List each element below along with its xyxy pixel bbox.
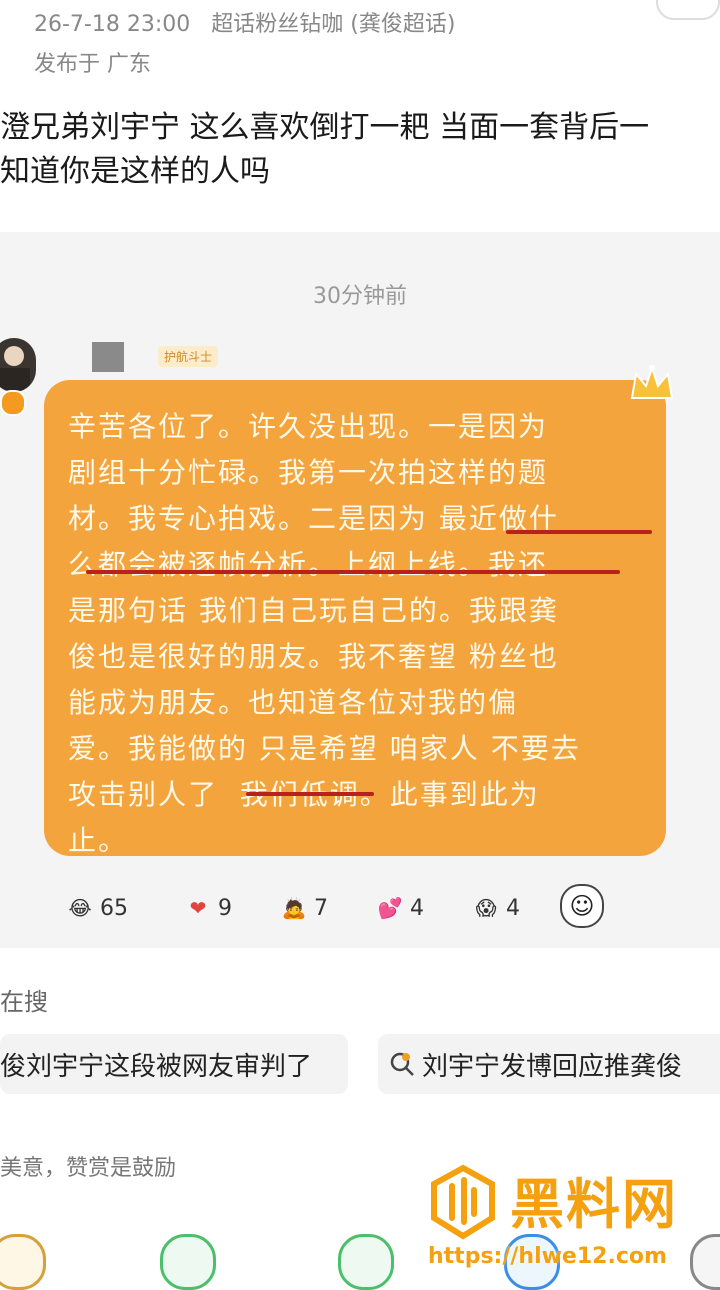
watermark-title: 黑料网 (510, 1173, 678, 1236)
underline-2 (86, 570, 620, 574)
underline-3 (246, 792, 374, 796)
watermark-url: https://hlwe12.com (428, 1244, 667, 1269)
reaction-hearts[interactable]: 💕 4 (374, 884, 424, 932)
reaction-laugh[interactable]: 😂 65 (64, 884, 128, 932)
wechat-icon[interactable] (160, 1234, 216, 1290)
hearts-emoji-icon: 💕 (377, 896, 403, 920)
search-chip-2[interactable]: 刘宇宁发博回应推龚俊 (378, 1034, 720, 1094)
add-reaction-smile-icon[interactable]: ☺ (560, 884, 604, 928)
post-location: 发布于 广东 (34, 52, 151, 77)
search-icon (390, 1052, 414, 1076)
shocked-emoji-icon: 😱 (475, 896, 497, 920)
reaction-count: 4 (410, 895, 424, 921)
search-heading: 在搜 (0, 988, 48, 1016)
redacted-username (92, 342, 124, 372)
search-chip-1[interactable]: 俊刘宇宁这段被网友审判了 (0, 1034, 348, 1094)
reaction-count: 7 (314, 895, 328, 921)
post-source[interactable]: 超话粉丝钻咖 (龚俊超话) (211, 12, 455, 37)
avatar[interactable] (0, 338, 36, 392)
post-text-line-1: 澄兄弟刘宇宁 这么喜欢倒打一耙 当面一套背后一 (0, 110, 650, 145)
watermark: 黑料网 https://hlwe12.com (428, 1164, 720, 1280)
post-date: 26-7-18 23:00 (34, 12, 191, 37)
post-text-line-2: 知道你是这样的人吗 (0, 154, 270, 189)
post-meta: 26-7-18 23:00 超话粉丝钻咖 (龚俊超话) 发布于 广东 (34, 6, 455, 77)
avatar-badge-icon (0, 390, 26, 416)
top-right-button[interactable] (656, 0, 720, 20)
reaction-heart[interactable]: ❤ 9 (182, 884, 232, 932)
watermark-logo-icon (431, 1164, 495, 1240)
reaction-count: 4 (506, 895, 520, 921)
reaction-count: 9 (218, 895, 232, 921)
post-text: 澄兄弟刘宇宁 这么喜欢倒打一耙 当面一套背后一 知道你是这样的人吗 (0, 106, 720, 194)
reaction-count: 65 (100, 895, 128, 921)
user-tag: 护航斗士 (158, 346, 219, 367)
reaction-bow[interactable]: 🙇 7 (278, 884, 328, 932)
heart-icon: ❤ (189, 896, 207, 920)
reward-text: 美意，赞赏是鼓励 (0, 1156, 177, 1181)
laugh-cry-emoji-icon: 😂 (68, 896, 92, 920)
underline-1 (506, 530, 652, 534)
bow-emoji-icon: 🙇 (281, 896, 307, 920)
crown-icon (630, 364, 674, 399)
search-chip-label: 刘宇宁发博回应推龚俊 (422, 1051, 683, 1082)
edit-icon[interactable] (0, 1234, 46, 1290)
search-chip-label: 俊刘宇宁这段被网友审判了 (0, 1051, 313, 1082)
moments-icon[interactable] (338, 1234, 394, 1290)
message-time: 30分钟前 (313, 284, 407, 309)
reaction-shocked[interactable]: 😱 4 (470, 884, 520, 932)
